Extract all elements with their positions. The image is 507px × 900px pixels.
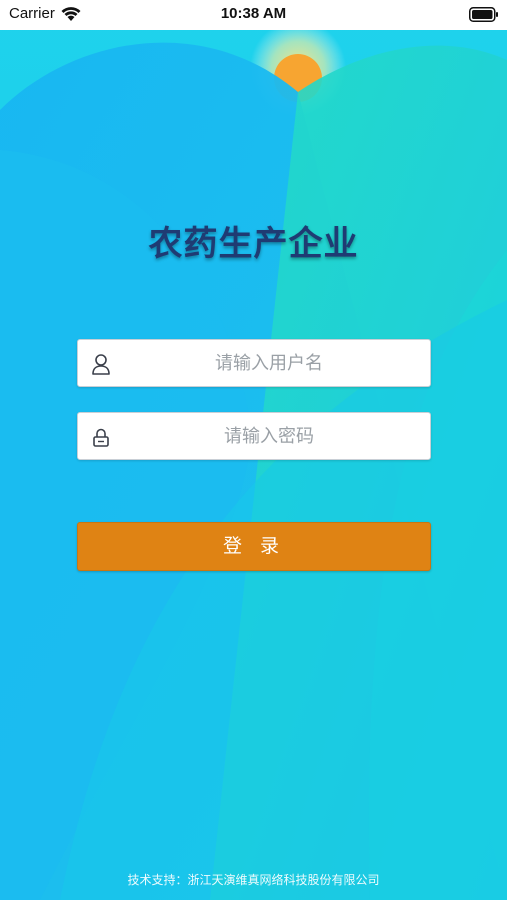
username-field[interactable] xyxy=(77,339,431,387)
password-input[interactable] xyxy=(118,413,420,459)
login-button[interactable]: 登 录 xyxy=(77,522,431,571)
footer-support-text: 技术支持：浙江天演维真网络科技股份有限公司 xyxy=(127,873,380,887)
lock-icon xyxy=(93,428,109,447)
username-input[interactable] xyxy=(118,340,420,386)
status-bar: Carrier 10:38 AM xyxy=(0,0,507,30)
user-icon xyxy=(92,354,110,375)
password-field[interactable] xyxy=(77,412,431,460)
battery-icon xyxy=(469,7,498,22)
page-title: 农药生产企业 xyxy=(148,224,359,264)
clock: 10:38 AM xyxy=(220,5,287,22)
